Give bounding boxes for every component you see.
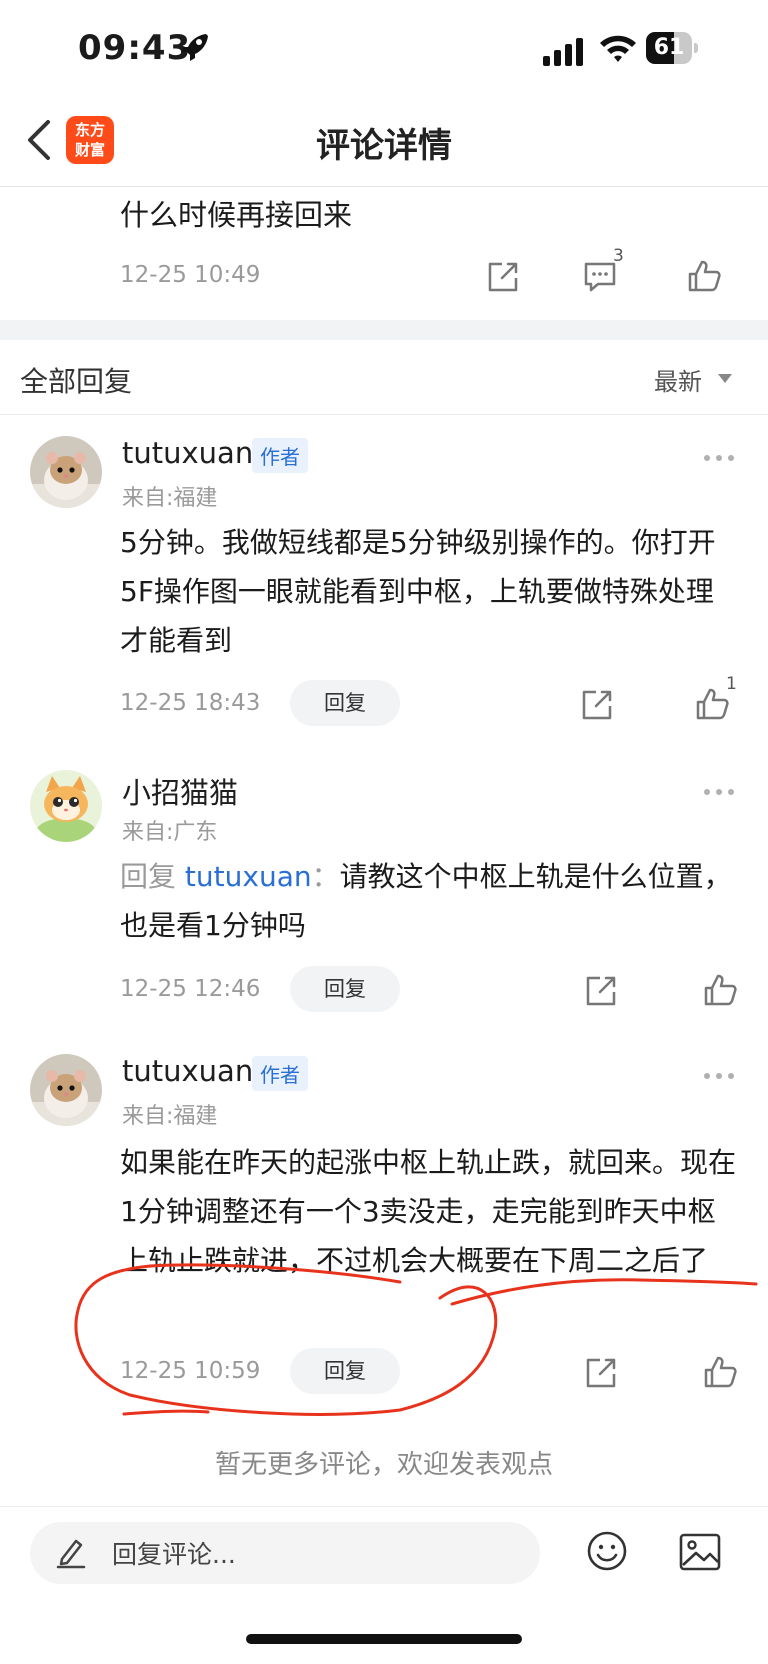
original-comment-text: 什么时候再接回来: [120, 198, 353, 232]
reply-prefix: 回复: [120, 860, 177, 893]
section-divider: [0, 414, 768, 415]
pencil-icon: [56, 1535, 86, 1569]
avatar-hamster[interactable]: [30, 1054, 102, 1126]
reply-button[interactable]: 回复: [290, 966, 400, 1012]
image-icon[interactable]: [678, 1532, 722, 1572]
share-icon[interactable]: [576, 684, 616, 724]
reply-button[interactable]: 回复: [290, 1348, 400, 1394]
rocket-icon: [178, 30, 212, 64]
reply-username[interactable]: tutuxuan: [122, 1054, 253, 1088]
reply-time: 12-25 10:59: [120, 1358, 261, 1384]
reply-input[interactable]: [30, 1522, 540, 1584]
reply-text-block: 回复 tutuxuan：请教这个中枢上轨是什么位置，也是看1分钟吗: [120, 852, 736, 950]
more-options-icon[interactable]: [702, 448, 736, 461]
author-badge: 作者: [252, 1056, 308, 1091]
reply-to-username[interactable]: tutuxuan: [185, 860, 312, 893]
hand-drawn-annotation: [74, 1263, 758, 1416]
emoji-icon[interactable]: [586, 1530, 628, 1572]
header-divider: [0, 186, 768, 187]
original-comment-time: 12-25 10:49: [120, 262, 261, 288]
reply-username[interactable]: tutuxuan: [122, 436, 253, 470]
sort-dropdown[interactable]: 最新: [654, 362, 702, 397]
reply-text: 5分钟。我做短线都是5分钟级别操作的。你打开5F操作图一眼就能看到中枢，上轨要做…: [120, 526, 716, 657]
like-count: 1: [726, 674, 737, 694]
wifi-icon: [598, 32, 638, 64]
avatar-hamster[interactable]: [30, 436, 102, 508]
replies-section-title: 全部回复: [20, 365, 133, 398]
reply-time: 12-25 18:43: [120, 690, 261, 716]
like-icon[interactable]: [700, 970, 740, 1010]
share-icon[interactable]: [580, 970, 620, 1010]
more-options-icon[interactable]: [702, 782, 736, 795]
sort-caret-icon[interactable]: [718, 374, 732, 383]
reply-username[interactable]: 小招猫猫: [122, 770, 238, 812]
battery-percent: 61: [653, 35, 685, 60]
reply-input-placeholder[interactable]: 回复评论...: [112, 1535, 236, 1571]
battery-indicator: 61: [646, 32, 698, 64]
status-time: 09:43: [78, 28, 192, 68]
avatar-cat[interactable]: [30, 770, 102, 842]
cellular-signal-icon: [543, 38, 587, 66]
reply-location: 来自:福建: [122, 486, 218, 511]
reply-time: 12-25 12:46: [120, 976, 261, 1002]
home-indicator: [246, 1634, 522, 1644]
more-options-icon[interactable]: [702, 1066, 736, 1079]
reply-text: 如果能在昨天的起涨中枢上轨止跌，就回来。现在1分钟调整还有一个3卖没走，走完能到…: [120, 1146, 737, 1277]
like-icon[interactable]: [700, 1352, 740, 1392]
page-title: 评论详情: [316, 126, 452, 166]
author-badge: 作者: [252, 438, 308, 473]
no-more-comments-note: 暂无更多评论，欢迎发表观点: [214, 1450, 553, 1480]
comment-count: 3: [613, 246, 624, 266]
like-icon[interactable]: [684, 256, 724, 296]
reply-location: 来自:广东: [122, 820, 218, 845]
share-icon[interactable]: [580, 1352, 620, 1392]
section-gap: [0, 320, 768, 340]
reply-location: 来自:福建: [122, 1104, 218, 1129]
share-icon[interactable]: [482, 256, 522, 296]
reply-colon: ：: [311, 860, 340, 893]
reply-button[interactable]: 回复: [290, 680, 400, 726]
